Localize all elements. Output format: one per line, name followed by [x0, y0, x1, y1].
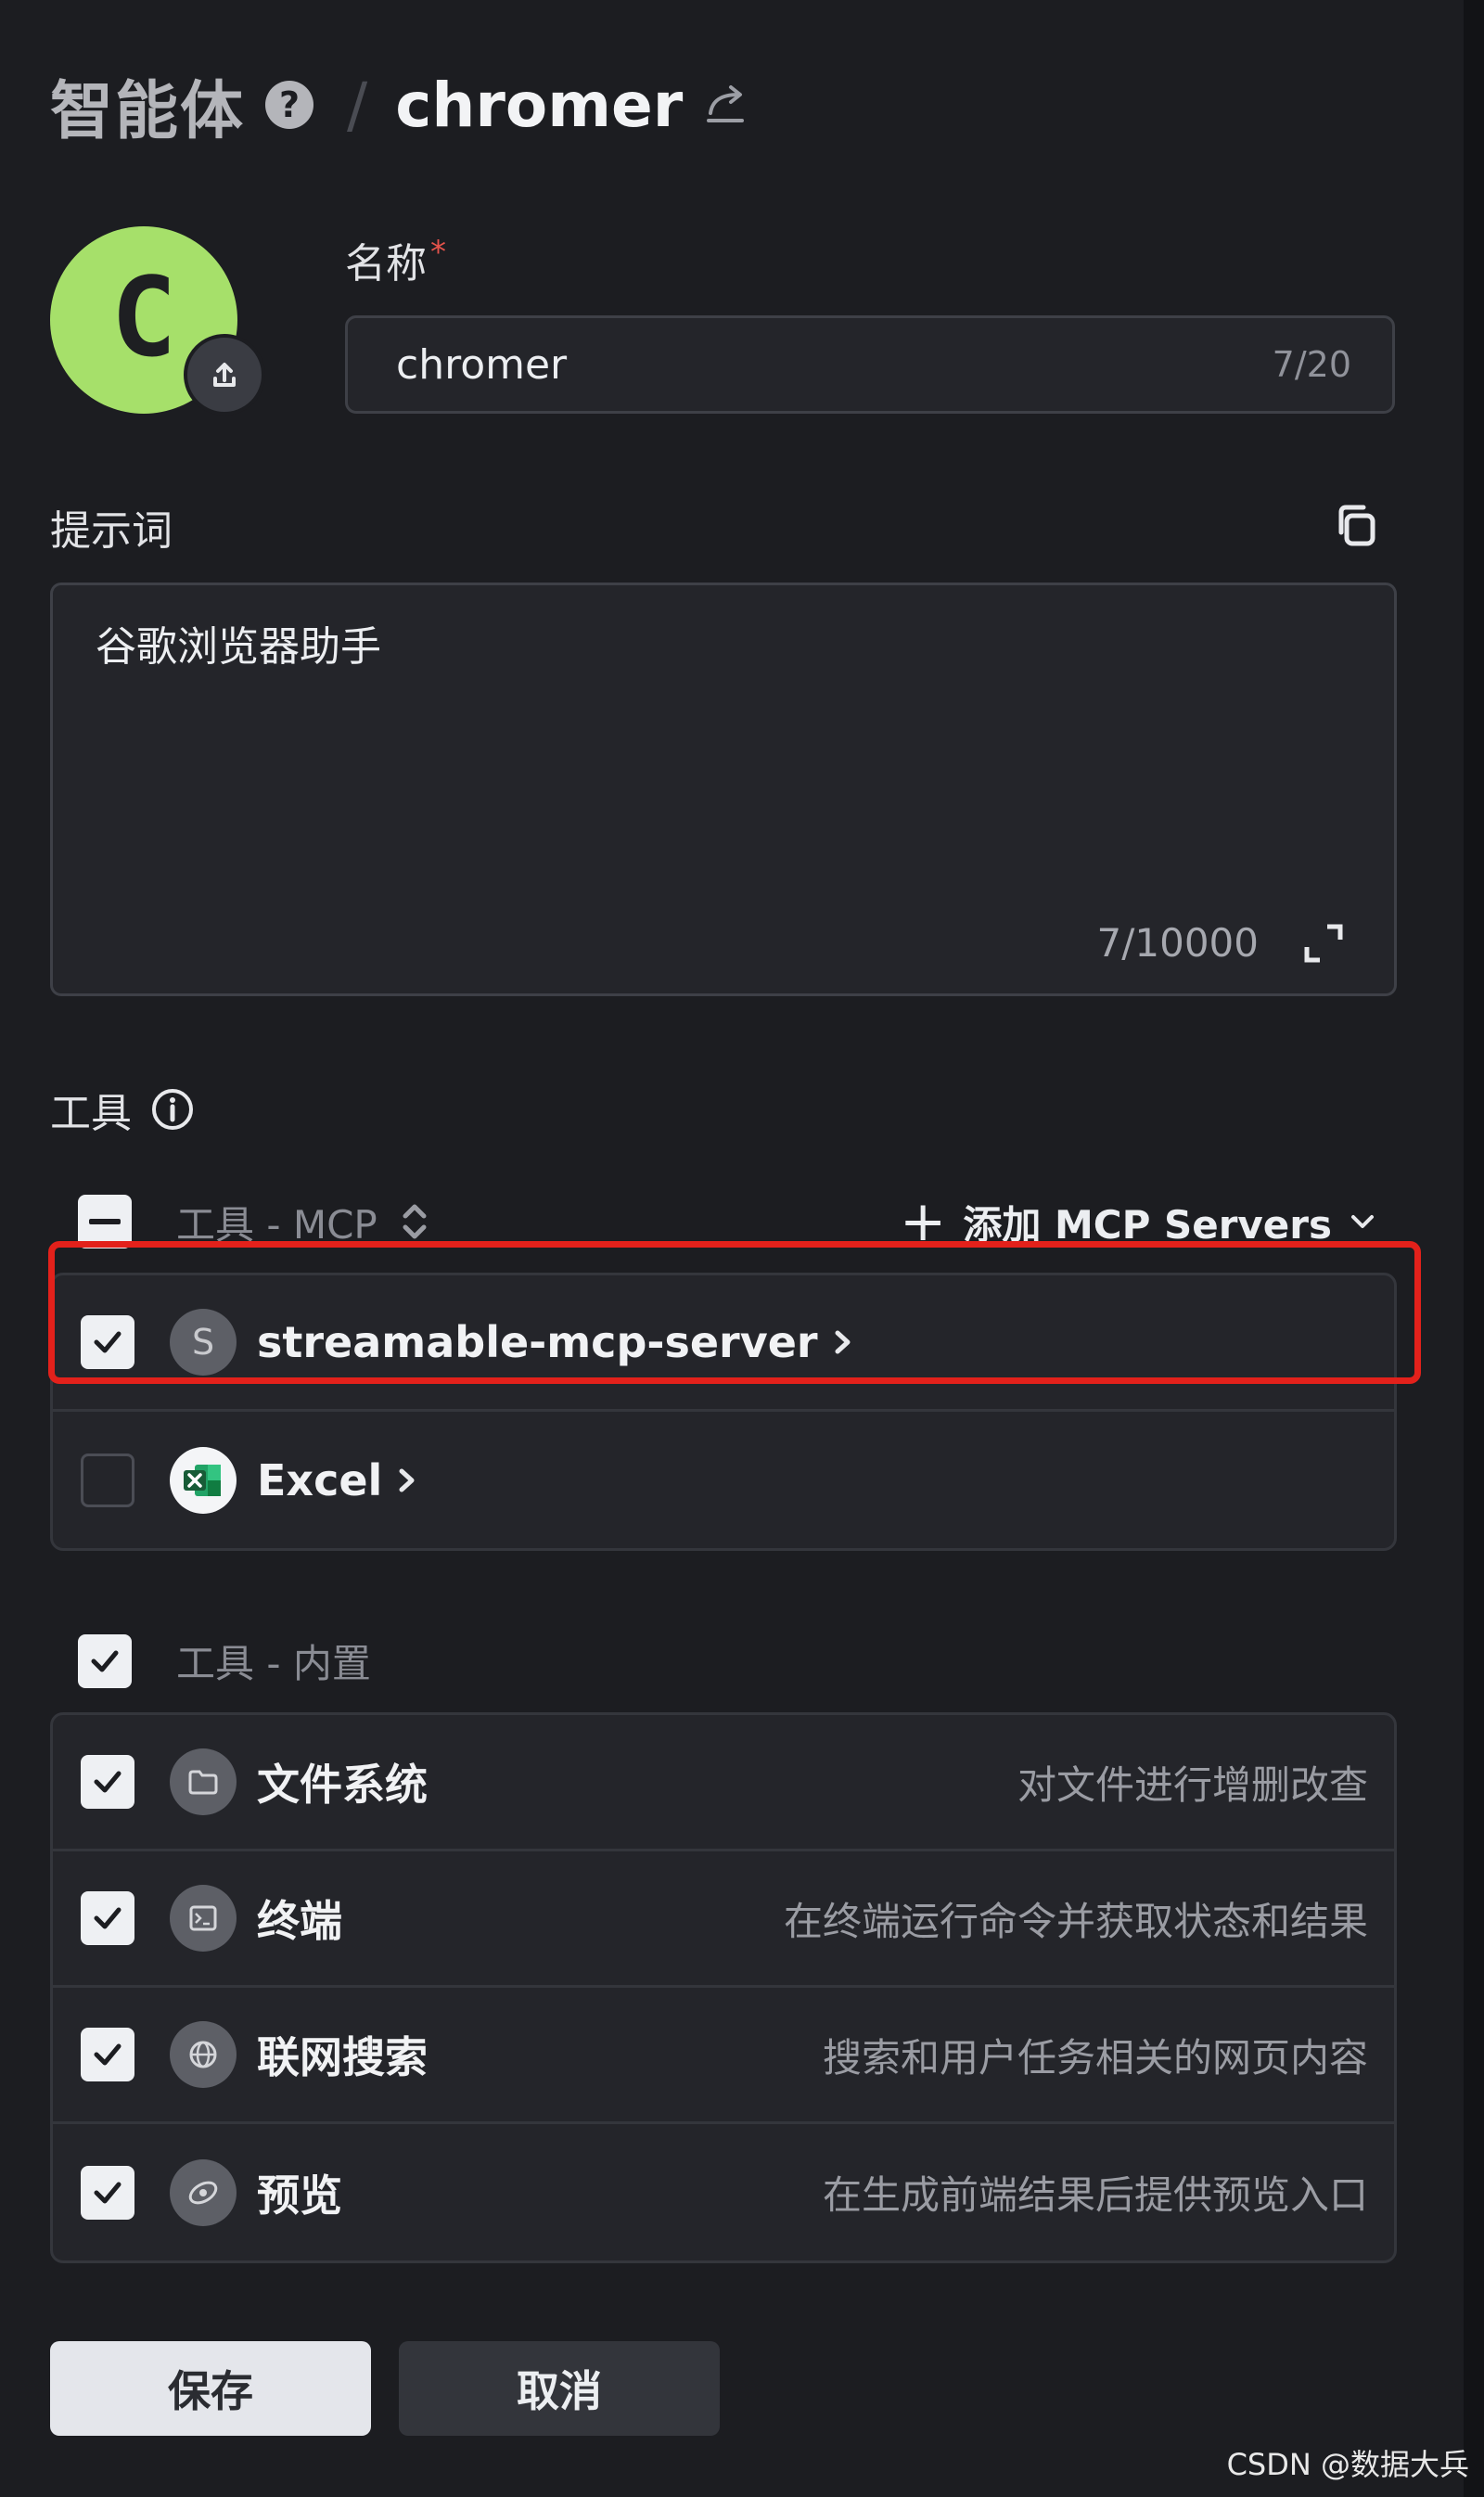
right-edge-bar — [1464, 0, 1484, 2497]
tool-checkbox[interactable] — [81, 2165, 134, 2220]
builtin-group-label: 工具 - 内置 — [176, 1641, 371, 1686]
copy-icon[interactable] — [1332, 501, 1380, 549]
agent-config-panel: 智能体 ? / chromer C 名称 * chromer 7/20 提示词 谷… — [0, 0, 1464, 2497]
prompt-char-counter: 7/10000 — [1096, 920, 1259, 966]
builtin-group-checkbox[interactable] — [78, 1633, 132, 1688]
excel-logo — [184, 1464, 221, 1496]
name-input[interactable]: chromer 7/20 — [345, 315, 1395, 414]
upload-icon — [213, 363, 236, 387]
prompt-label: 提示词 — [50, 507, 173, 555]
check-icon — [94, 1907, 122, 1929]
tool-name: 终端 — [257, 1896, 342, 1946]
globe-glyph — [189, 2041, 217, 2068]
check-icon — [94, 1771, 122, 1793]
globe-icon — [170, 2021, 237, 2088]
page-header: 智能体 ? / chromer — [50, 54, 751, 156]
check-icon — [91, 1650, 119, 1671]
tool-name: 预览 — [257, 2170, 342, 2221]
avatar-letter: C — [110, 253, 177, 381]
name-char-counter: 7/20 — [1272, 344, 1351, 385]
builtin-tool-row-preview[interactable]: 预览 在生成前端结果后提供预览入口 — [53, 2124, 1394, 2260]
tool-checkbox[interactable] — [81, 1891, 134, 1945]
chevron-down-icon — [1351, 1215, 1374, 1228]
tool-checkbox[interactable] — [81, 1755, 134, 1809]
tool-checkbox[interactable] — [81, 1453, 134, 1507]
preview-icon — [170, 2158, 237, 2226]
prompt-textarea[interactable]: 谷歌浏览器助手 7/10000 — [50, 583, 1397, 996]
agent-name-title: chromer — [395, 69, 684, 141]
check-icon — [94, 2043, 122, 2066]
mcp-tool-row-excel[interactable]: Excel — [53, 1412, 1394, 1548]
breadcrumb-separator: / — [347, 69, 368, 141]
help-icon[interactable]: ? — [265, 81, 314, 129]
save-button[interactable]: 保存 — [50, 2341, 371, 2436]
check-icon — [94, 2182, 122, 2203]
name-label-text: 名称 — [345, 240, 427, 288]
sort-icon[interactable] — [396, 1197, 433, 1246]
chevron-right-icon — [399, 1468, 415, 1492]
terminal-icon — [170, 1885, 237, 1952]
highlight-annotation — [48, 1241, 1421, 1384]
builtin-tool-list: 文件系统 对文件进行增删改查 终端 在终端运行命令并获取状态和结果 联网搜索 搜… — [50, 1712, 1397, 2263]
builtin-tool-row-web-search[interactable]: 联网搜索 搜索和用户任务相关的网页内容 — [53, 1988, 1394, 2124]
tool-name-text: Excel — [257, 1454, 383, 1505]
required-mark: * — [430, 234, 446, 272]
avatar-upload-button[interactable] — [184, 334, 265, 416]
expand-icon[interactable] — [1301, 921, 1346, 966]
share-icon[interactable] — [701, 80, 751, 130]
tool-name[interactable]: Excel — [257, 1455, 419, 1505]
section-title[interactable]: 智能体 — [50, 59, 245, 151]
indeterminate-mark — [89, 1219, 121, 1224]
tools-label: 工具 — [50, 1090, 132, 1137]
tool-checkbox[interactable] — [81, 2028, 134, 2081]
info-icon[interactable] — [150, 1087, 195, 1132]
builtin-tool-row-filesystem[interactable]: 文件系统 对文件进行增删改查 — [53, 1715, 1394, 1851]
cancel-button[interactable]: 取消 — [399, 2341, 720, 2436]
name-input-value: chromer — [396, 340, 568, 389]
excel-icon — [170, 1446, 237, 1514]
tool-description: 对文件进行增删改查 — [1017, 1761, 1368, 1808]
builtin-group-header: 工具 - 内置 — [78, 1633, 371, 1689]
watermark: CSDN @数据大兵 — [1226, 2447, 1469, 2482]
preview-glyph — [188, 2181, 218, 2204]
builtin-tool-row-terminal[interactable]: 终端 在终端运行命令并获取状态和结果 — [53, 1851, 1394, 1988]
terminal-glyph — [189, 1905, 217, 1931]
folder-glyph — [188, 1770, 218, 1795]
tool-description: 在生成前端结果后提供预览入口 — [822, 2172, 1368, 2218]
tool-name: 联网搜索 — [257, 2032, 428, 2082]
tool-description: 在终端运行命令并获取状态和结果 — [783, 1898, 1368, 1944]
tool-description: 搜索和用户任务相关的网页内容 — [822, 2034, 1368, 2081]
prompt-text: 谷歌浏览器助手 — [96, 623, 381, 671]
tool-name: 文件系统 — [257, 1760, 428, 1810]
folder-icon — [170, 1748, 237, 1815]
name-label: 名称 * — [345, 230, 446, 289]
